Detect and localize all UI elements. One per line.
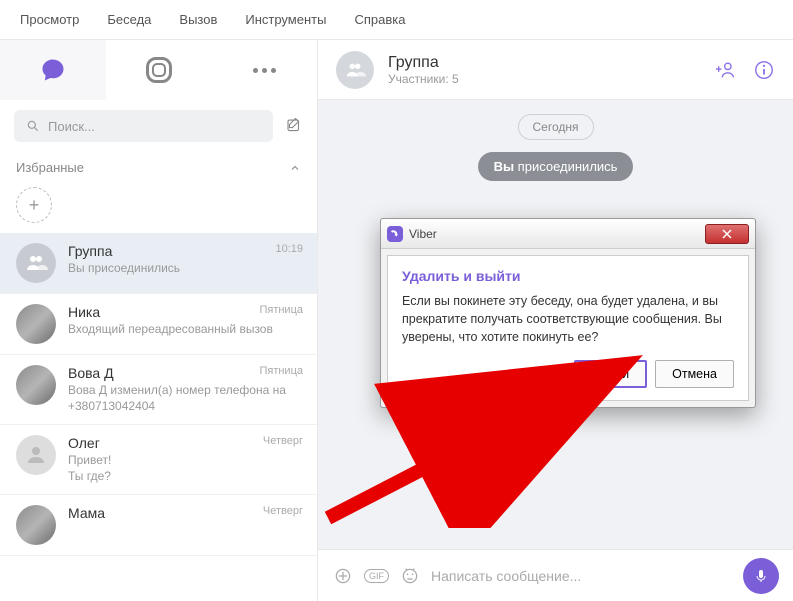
dialog-titlebar: Viber bbox=[381, 219, 755, 249]
chat-time: Четверг bbox=[263, 435, 303, 447]
chat-time: Пятница bbox=[259, 365, 303, 377]
dialog-cancel-button[interactable]: Отмена bbox=[655, 360, 734, 388]
avatar bbox=[16, 435, 56, 475]
menu-tools[interactable]: Инструменты bbox=[245, 12, 326, 27]
chat-item[interactable]: Вова Д Вова Д изменил(а) номер телефона … bbox=[0, 355, 317, 425]
chevron-up-icon bbox=[289, 162, 301, 174]
chat-name: Группа bbox=[68, 243, 301, 259]
menu-view[interactable]: Просмотр bbox=[20, 12, 79, 27]
tab-more[interactable] bbox=[211, 40, 317, 100]
favorites-header[interactable]: Избранные bbox=[0, 152, 317, 183]
chat-item-group[interactable]: Группа Вы присоединились 10:19 bbox=[0, 233, 317, 294]
chat-time: Пятница bbox=[259, 304, 303, 316]
avatar bbox=[16, 243, 56, 283]
date-label: Сегодня bbox=[518, 114, 594, 140]
mic-button[interactable] bbox=[743, 558, 779, 594]
group-avatar bbox=[336, 51, 374, 89]
avatar bbox=[16, 304, 56, 344]
compose-icon[interactable] bbox=[285, 117, 303, 135]
message-input[interactable]: Написать сообщение... bbox=[431, 568, 733, 584]
avatar bbox=[16, 505, 56, 545]
sticker-icon[interactable] bbox=[399, 565, 421, 587]
attach-icon[interactable] bbox=[332, 565, 354, 587]
joined-label: Вы присоединились bbox=[478, 152, 634, 181]
menu-help[interactable]: Справка bbox=[354, 12, 405, 27]
info-icon[interactable] bbox=[753, 59, 775, 81]
confirm-dialog: Viber Удалить и выйти Если вы покинете э… bbox=[380, 218, 756, 408]
conversation-subtitle: Участники: 5 bbox=[388, 72, 701, 86]
add-member-icon[interactable] bbox=[715, 59, 737, 81]
menubar: Просмотр Беседа Вызов Инструменты Справк… bbox=[0, 0, 793, 40]
dialog-heading: Удалить и выйти bbox=[402, 268, 734, 284]
gif-icon[interactable]: GIF bbox=[364, 569, 389, 583]
chat-preview: Вова Д изменил(а) номер телефона на +380… bbox=[68, 383, 301, 414]
chat-preview: Вы присоединились bbox=[68, 261, 301, 277]
dialog-app-name: Viber bbox=[409, 227, 699, 241]
viber-app-icon bbox=[387, 226, 403, 242]
chat-preview: Привет! Ты где? bbox=[68, 453, 301, 484]
chat-item[interactable]: Мама Четверг bbox=[0, 495, 317, 556]
chat-list: Группа Вы присоединились 10:19 Ника Вход… bbox=[0, 233, 317, 601]
close-icon bbox=[722, 229, 732, 239]
search-icon bbox=[26, 119, 40, 133]
chat-item[interactable]: Ника Входящий переадресованный вызов Пят… bbox=[0, 294, 317, 355]
tab-public[interactable] bbox=[106, 40, 212, 100]
chat-item[interactable]: Олег Привет! Ты где? Четверг bbox=[0, 425, 317, 495]
tab-chats[interactable] bbox=[0, 40, 106, 100]
public-icon bbox=[146, 57, 172, 83]
dialog-exit-button[interactable]: Выйти bbox=[574, 360, 647, 388]
conversation-header: Группа Участники: 5 bbox=[318, 40, 793, 100]
search-input[interactable]: Поиск... bbox=[14, 110, 273, 142]
mic-icon bbox=[753, 568, 769, 584]
dialog-text: Если вы покинете эту беседу, она будет у… bbox=[402, 292, 734, 346]
menu-conversation[interactable]: Беседа bbox=[107, 12, 151, 27]
conversation-title: Группа bbox=[388, 54, 701, 72]
add-favorite-button[interactable]: + bbox=[16, 187, 52, 223]
sidebar: Поиск... Избранные + Группа Вы присоедин… bbox=[0, 40, 318, 601]
chat-time: Четверг bbox=[263, 505, 303, 517]
chat-preview: Входящий переадресованный вызов bbox=[68, 322, 301, 338]
menu-call[interactable]: Вызов bbox=[179, 12, 217, 27]
dialog-close-button[interactable] bbox=[705, 224, 749, 244]
avatar bbox=[16, 365, 56, 405]
chat-time: 10:19 bbox=[275, 243, 303, 255]
chat-bubble-icon bbox=[39, 56, 67, 84]
more-icon bbox=[253, 68, 276, 73]
message-input-bar: GIF Написать сообщение... bbox=[318, 549, 793, 601]
